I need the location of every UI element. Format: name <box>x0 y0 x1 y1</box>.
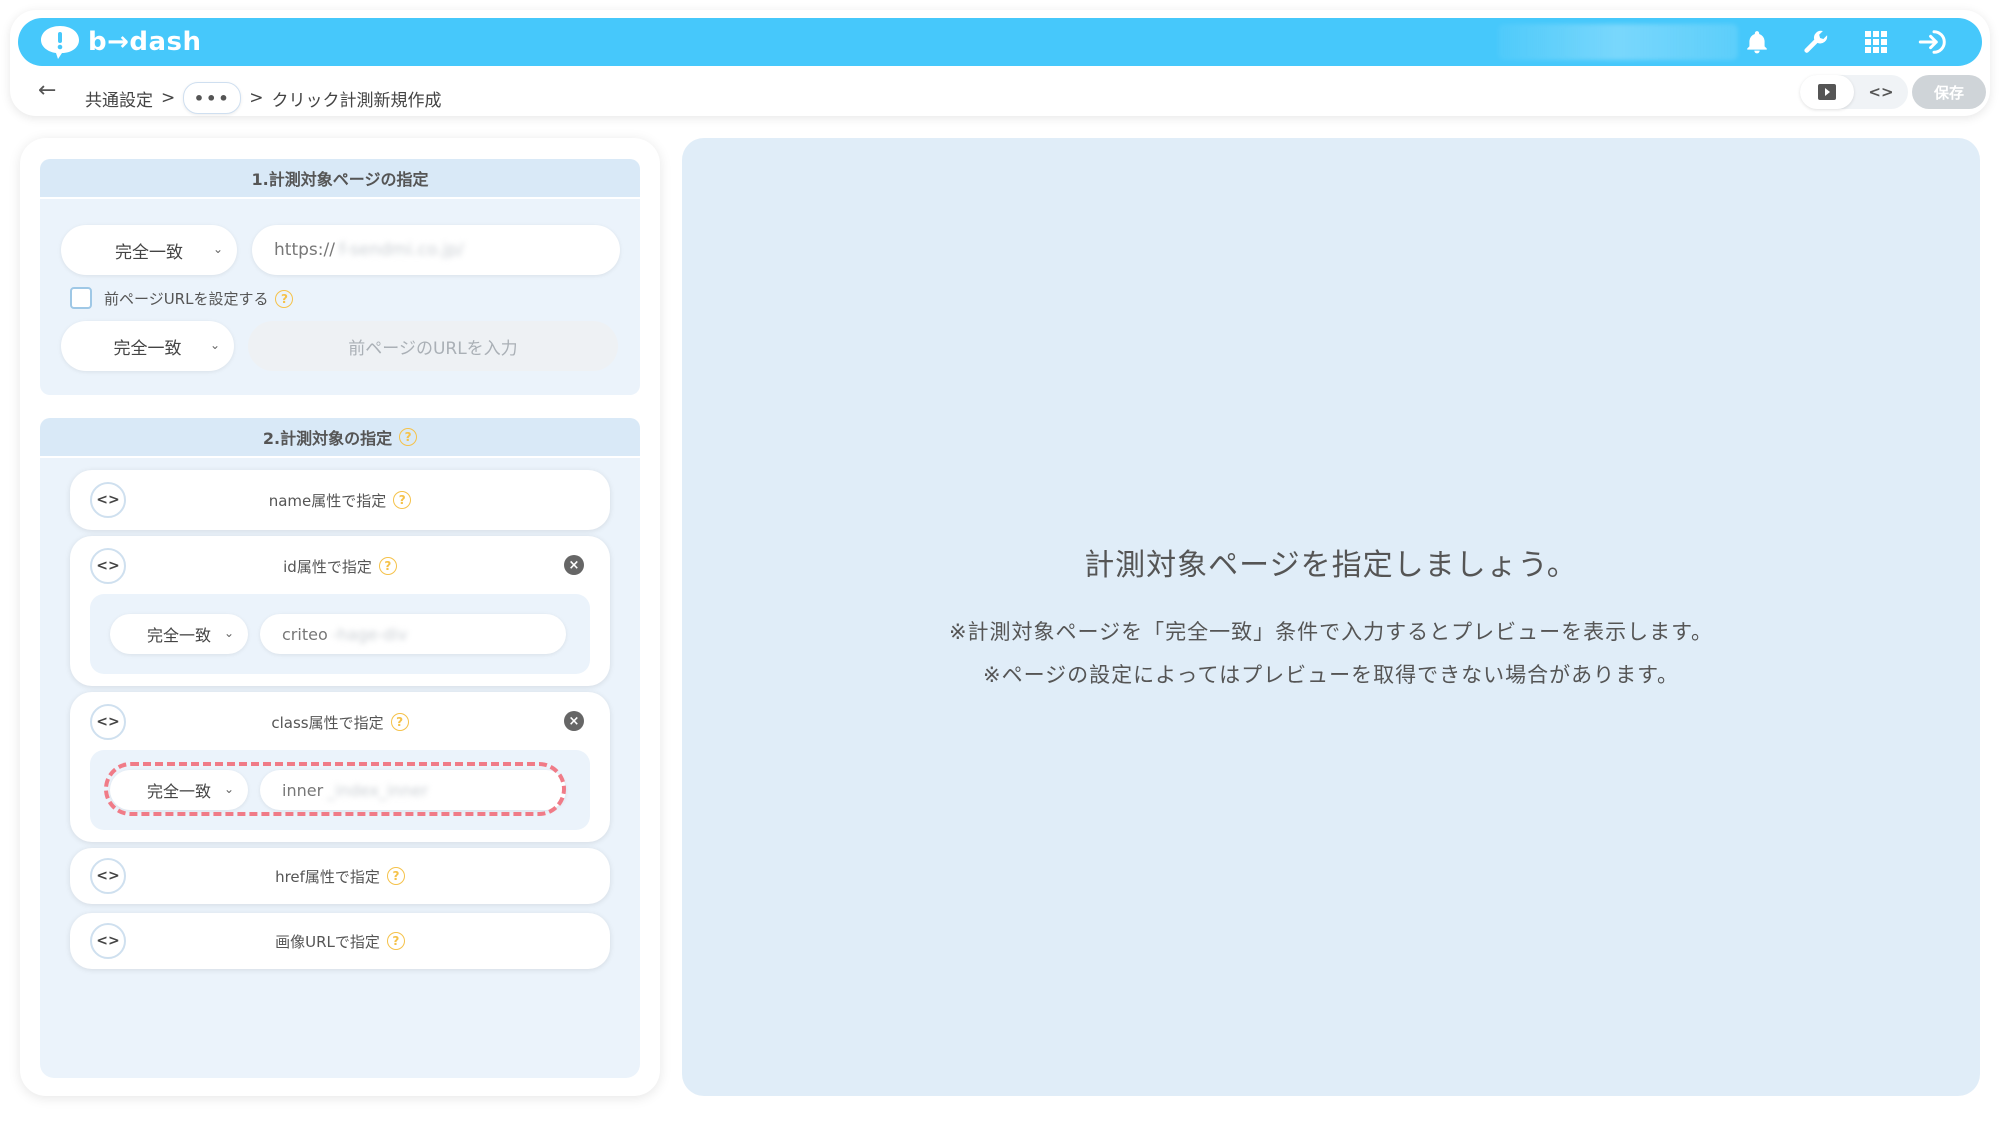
id-value-input[interactable]: criteo -hage-div <box>260 614 566 654</box>
chevron-down-icon: ⌄ <box>209 338 220 352</box>
preview-note-2: ※ページの設定によってはプレビューを取得できない場合があります。 <box>983 663 1679 687</box>
attr-inner-id: 完全一致 ⌄ criteo -hage-div <box>90 594 590 674</box>
logo-text: b→dash <box>88 27 202 57</box>
breadcrumb-bar: ← 共通設定 > ••• > クリック計測新規作成 <> 保存 <box>10 70 1990 116</box>
help-icon[interactable]: ? <box>393 491 412 509</box>
user-account-blurred[interactable] <box>1498 24 1738 60</box>
breadcrumb-separator: > <box>161 88 176 108</box>
help-icon[interactable]: ? <box>386 867 405 885</box>
logo-icon <box>38 23 82 61</box>
attr-label: id属性で指定 ? <box>70 536 610 596</box>
save-button[interactable]: 保存 <box>1912 75 1986 109</box>
attr-label: 画像URLで指定 ? <box>70 913 610 969</box>
id-match-select[interactable]: 完全一致 ⌄ <box>110 614 248 654</box>
attr-card-id: <> id属性で指定 ? × 完全一致 ⌄ criteo -hage-div <box>70 536 610 686</box>
breadcrumb-current: クリック計測新規作成 <box>271 90 442 111</box>
preview-note-1: ※計測対象ページを「完全一致」条件で入力するとプレビューを表示します。 <box>948 620 1714 644</box>
preview-title: 計測対象ページを指定しましょう。 <box>1084 548 1578 583</box>
section1-title: 1.計測対象ページの指定 <box>251 170 429 189</box>
section1-header: 1.計測対象ページの指定 <box>40 159 640 197</box>
help-icon[interactable]: ? <box>399 428 418 446</box>
top-bar: b→dash <box>18 18 1982 66</box>
code-view-button[interactable]: <> <box>1854 75 1908 109</box>
prev-url-label-text: 前ページURLを設定する <box>104 290 269 308</box>
close-icon[interactable]: × <box>564 555 584 575</box>
url-match-value: 完全一致 <box>115 242 183 263</box>
attr-card-name[interactable]: <> name属性で指定 ? <box>70 470 610 530</box>
chevron-down-icon: ⌄ <box>212 242 223 256</box>
highlight-annotation <box>104 762 566 816</box>
help-icon[interactable]: ? <box>378 557 397 575</box>
preview-view-button[interactable] <box>1800 75 1854 109</box>
breadcrumb: 共通設定 > ••• > クリック計測新規作成 <box>85 82 442 114</box>
attr-label-text: name属性で指定 <box>268 491 387 510</box>
breadcrumb-root[interactable]: 共通設定 <box>85 86 153 111</box>
logout-icon[interactable] <box>1918 26 1950 58</box>
attr-label: href属性で指定 ? <box>70 848 610 904</box>
id-match-value: 完全一致 <box>146 626 211 645</box>
attr-inner-class: 完全一致 ⌄ inner _index_inner <box>90 750 590 830</box>
attr-label: class属性で指定 ? <box>70 692 610 752</box>
play-square-icon <box>1818 84 1836 100</box>
prev-url-placeholder: 前ページのURLを入力 <box>348 338 518 359</box>
attr-label-text: 画像URLで指定 <box>275 932 380 951</box>
attr-card-href[interactable]: <> href属性で指定 ? <box>70 848 610 904</box>
chevron-down-icon: ⌄ <box>223 626 234 640</box>
prev-url-match-select[interactable]: 完全一致 ⌄ <box>61 321 234 371</box>
section2-title: 2.計測対象の指定 <box>262 429 393 448</box>
help-icon[interactable]: ? <box>386 932 405 950</box>
url-match-select[interactable]: 完全一致 ⌄ <box>61 225 237 275</box>
breadcrumb-more-button[interactable]: ••• <box>183 82 242 114</box>
code-icon: <> <box>1868 83 1894 101</box>
prev-url-input[interactable]: 前ページのURLを入力 <box>248 321 618 371</box>
id-value-prefix: criteo <box>282 624 328 644</box>
breadcrumb-separator: > <box>249 88 264 108</box>
attr-label: name属性で指定 ? <box>70 470 610 530</box>
prev-url-checkbox-label: 前ページURLを設定する ? <box>104 288 294 309</box>
help-icon[interactable]: ? <box>275 289 294 308</box>
section2-header: 2.計測対象の指定 ? <box>40 418 640 456</box>
section1-body: 完全一致 ⌄ https:// f-sendmi.co.jp/ 前ページURLを… <box>40 199 640 395</box>
attr-card-image-url[interactable]: <> 画像URLで指定 ? <box>70 913 610 969</box>
close-icon[interactable]: × <box>564 711 584 731</box>
id-value-blurred: -hage-div <box>331 624 408 644</box>
url-input[interactable]: https:// f-sendmi.co.jp/ <box>252 225 620 275</box>
wrench-icon[interactable] <box>1800 26 1832 58</box>
back-arrow-icon[interactable]: ← <box>38 78 56 103</box>
url-input-blurred: f-sendmi.co.jp/ <box>338 240 464 260</box>
help-icon[interactable]: ? <box>390 713 409 731</box>
logo[interactable]: b→dash <box>38 23 202 61</box>
prev-url-match-value: 完全一致 <box>113 338 182 359</box>
attr-label-text: class属性で指定 <box>271 713 384 732</box>
attr-card-class: <> class属性で指定 ? × 完全一致 ⌄ inner _index_in… <box>70 692 610 842</box>
bell-icon[interactable] <box>1741 26 1773 58</box>
preview-panel: 計測対象ページを指定しましょう。 ※計測対象ページを「完全一致」条件で入力すると… <box>682 138 1980 1096</box>
prev-url-checkbox[interactable] <box>70 287 92 309</box>
attr-label-text: id属性で指定 <box>283 557 372 576</box>
url-input-prefix: https:// <box>274 240 335 260</box>
attr-label-text: href属性で指定 <box>275 867 380 886</box>
apps-grid-icon[interactable] <box>1860 26 1892 58</box>
view-toggle: <> <box>1800 75 1908 109</box>
